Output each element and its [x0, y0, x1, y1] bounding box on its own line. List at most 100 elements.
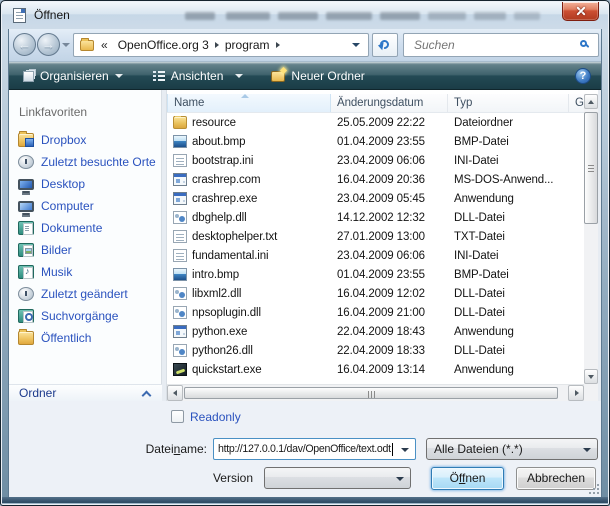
- forward-button[interactable]: →: [37, 33, 60, 56]
- file-type-icon: [173, 363, 187, 376]
- arrow-left-icon: ←: [18, 37, 31, 52]
- file-row[interactable]: npsoplugin.dll 16.04.2009 21:00 DLL-Date…: [167, 303, 584, 322]
- window-frame-bottom: [2, 497, 608, 504]
- sidebar-item[interactable]: Zuletzt besuchte Orte: [9, 151, 162, 173]
- breadcrumb-items: OpenOffice.org 3 program: [113, 38, 281, 52]
- folders-expander[interactable]: Ordner: [9, 384, 162, 401]
- file-name: dbghelp.dll: [192, 212, 247, 224]
- sidebar-item[interactable]: Dokumente: [9, 217, 162, 239]
- file-modified-date: 23.04.2009 06:06: [331, 250, 448, 262]
- sidebar-item-label: Öffentlich: [41, 331, 91, 345]
- file-row[interactable]: crashrep.com 16.04.2009 20:36 MS-DOS-Anw…: [167, 170, 584, 189]
- horizontal-scrollbar-thumb[interactable]: [184, 387, 558, 399]
- sidebar-item[interactable]: Bilder: [9, 239, 162, 261]
- breadcrumb-item[interactable]: program: [220, 38, 275, 52]
- sidebar-item[interactable]: Zuletzt geändert: [9, 283, 162, 305]
- sidebar-item[interactable]: Desktop: [9, 173, 162, 195]
- file-type-icon: [173, 325, 187, 338]
- sidebar-item[interactable]: Computer: [9, 195, 162, 217]
- file-row[interactable]: resource 25.05.2009 22:22 Dateiordner: [167, 113, 584, 132]
- filetype-combo[interactable]: Alle Dateien (*.*): [426, 438, 598, 460]
- refresh-button[interactable]: [372, 33, 398, 57]
- scroll-up-button[interactable]: [584, 94, 598, 109]
- file-row[interactable]: libxml2.dll 16.04.2009 12:02 DLL-Datei: [167, 284, 584, 303]
- sidebar-item-label: Suchvorgänge: [41, 309, 118, 323]
- sidebar-item-label: Dokumente: [41, 221, 102, 235]
- file-row[interactable]: crashrep.exe 23.04.2009 05:45 Anwendung: [167, 189, 584, 208]
- file-name: python26.dll: [192, 345, 253, 357]
- scroll-left-button[interactable]: [167, 385, 183, 401]
- column-header-modified[interactable]: Änderungsdatum: [331, 94, 448, 112]
- file-name: about.bmp: [192, 136, 245, 148]
- file-row[interactable]: python.exe 22.04.2009 18:43 Anwendung: [167, 322, 584, 341]
- sidebar-item[interactable]: Dropbox: [9, 129, 162, 151]
- readonly-checkbox[interactable]: [171, 410, 184, 423]
- breadcrumb-overflow-chevrons[interactable]: «: [101, 38, 108, 52]
- scroll-right-button[interactable]: [568, 385, 584, 401]
- file-type: Anwendung: [448, 364, 584, 376]
- file-modified-date: 22.04.2009 18:33: [331, 345, 448, 357]
- chevron-right-icon[interactable]: [215, 42, 219, 48]
- filename-input[interactable]: http://127.0.0.1/dav/OpenOffice/text.odt: [213, 438, 416, 460]
- search-input[interactable]: [412, 37, 572, 53]
- sidebar-item-icon: [18, 265, 34, 279]
- sidebar-item[interactable]: Öffentlich: [9, 327, 162, 349]
- scroll-down-button[interactable]: [584, 369, 598, 384]
- file-row[interactable]: quickstart.exe 16.04.2009 13:14 Anwendun…: [167, 360, 584, 379]
- sidebar-item-label: Musik: [41, 265, 72, 279]
- file-type-icon: [173, 135, 187, 148]
- file-type: BMP-Datei: [448, 136, 584, 148]
- breadcrumb-item[interactable]: OpenOffice.org 3: [113, 38, 214, 52]
- organize-button[interactable]: Organisieren: [15, 65, 131, 87]
- vertical-scrollbar-thumb[interactable]: [584, 112, 598, 224]
- chevron-down-icon: [115, 74, 123, 78]
- chevron-down-icon: [235, 74, 243, 78]
- sidebar-item-icon: [18, 287, 34, 301]
- column-header-type[interactable]: Typ: [448, 94, 569, 112]
- file-name: npsoplugin.dll: [192, 307, 261, 319]
- file-name: libxml2.dll: [192, 288, 241, 300]
- sidebar-item[interactable]: Musik: [9, 261, 162, 283]
- horizontal-scrollbar[interactable]: [167, 384, 584, 401]
- folder-icon[interactable]: [80, 40, 94, 51]
- file-modified-date: 23.04.2009 06:06: [331, 155, 448, 167]
- file-row[interactable]: about.bmp 01.04.2009 23:55 BMP-Datei: [167, 132, 584, 151]
- vertical-scrollbar[interactable]: [584, 94, 598, 384]
- new-folder-button[interactable]: Neuer Ordner: [263, 65, 372, 87]
- background-window-menu-blur: [185, 12, 215, 20]
- filename-dropdown-icon[interactable]: [401, 448, 409, 452]
- address-dropdown-icon[interactable]: [352, 43, 360, 47]
- file-row[interactable]: python26.dll 22.04.2009 18:33 DLL-Datei: [167, 341, 584, 360]
- file-type: DLL-Datei: [448, 307, 584, 319]
- column-header-size[interactable]: G: [569, 94, 584, 112]
- file-type-icon: [173, 344, 187, 357]
- back-button[interactable]: ←: [13, 33, 36, 56]
- close-button[interactable]: [562, 2, 599, 21]
- views-button[interactable]: Ansichten: [145, 65, 252, 87]
- file-rows: resource 25.05.2009 22:22 Dateiordner ab…: [167, 113, 584, 384]
- file-row[interactable]: desktophelper.txt 27.01.2009 13:00 TXT-D…: [167, 227, 584, 246]
- history-dropdown-icon[interactable]: [62, 43, 70, 47]
- open-file-dialog: Öffnen ← → « OpenOffice.org 3 program: [0, 0, 610, 506]
- file-row[interactable]: dbghelp.dll 14.12.2002 12:32 DLL-Datei: [167, 208, 584, 227]
- sidebar-item-label: Dropbox: [41, 133, 86, 147]
- version-combo[interactable]: [264, 467, 411, 489]
- file-row[interactable]: fundamental.ini 23.04.2009 06:06 INI-Dat…: [167, 246, 584, 265]
- file-type: TXT-Datei: [448, 231, 584, 243]
- file-type: MS-DOS-Anwend...: [448, 174, 584, 186]
- open-button[interactable]: Öffnen: [431, 467, 504, 490]
- cancel-button[interactable]: Abbrechen: [516, 467, 596, 490]
- resize-grip[interactable]: [588, 484, 599, 495]
- file-row[interactable]: bootstrap.ini 23.04.2009 06:06 INI-Datei: [167, 151, 584, 170]
- file-row[interactable]: intro.bmp 01.04.2009 23:55 BMP-Datei: [167, 265, 584, 284]
- background-window-menu-blur: [380, 12, 420, 20]
- file-modified-date: 22.04.2009 18:43: [331, 326, 448, 338]
- sidebar-item[interactable]: Suchvorgänge: [9, 305, 162, 327]
- column-header-name[interactable]: Name: [167, 94, 331, 112]
- chevron-right-icon[interactable]: [276, 42, 280, 48]
- file-type: INI-Datei: [448, 250, 584, 262]
- breadcrumb[interactable]: « OpenOffice.org 3 program: [73, 33, 369, 57]
- help-button[interactable]: ?: [575, 68, 591, 84]
- search-icon[interactable]: [580, 40, 587, 47]
- file-type-icon: [173, 154, 187, 167]
